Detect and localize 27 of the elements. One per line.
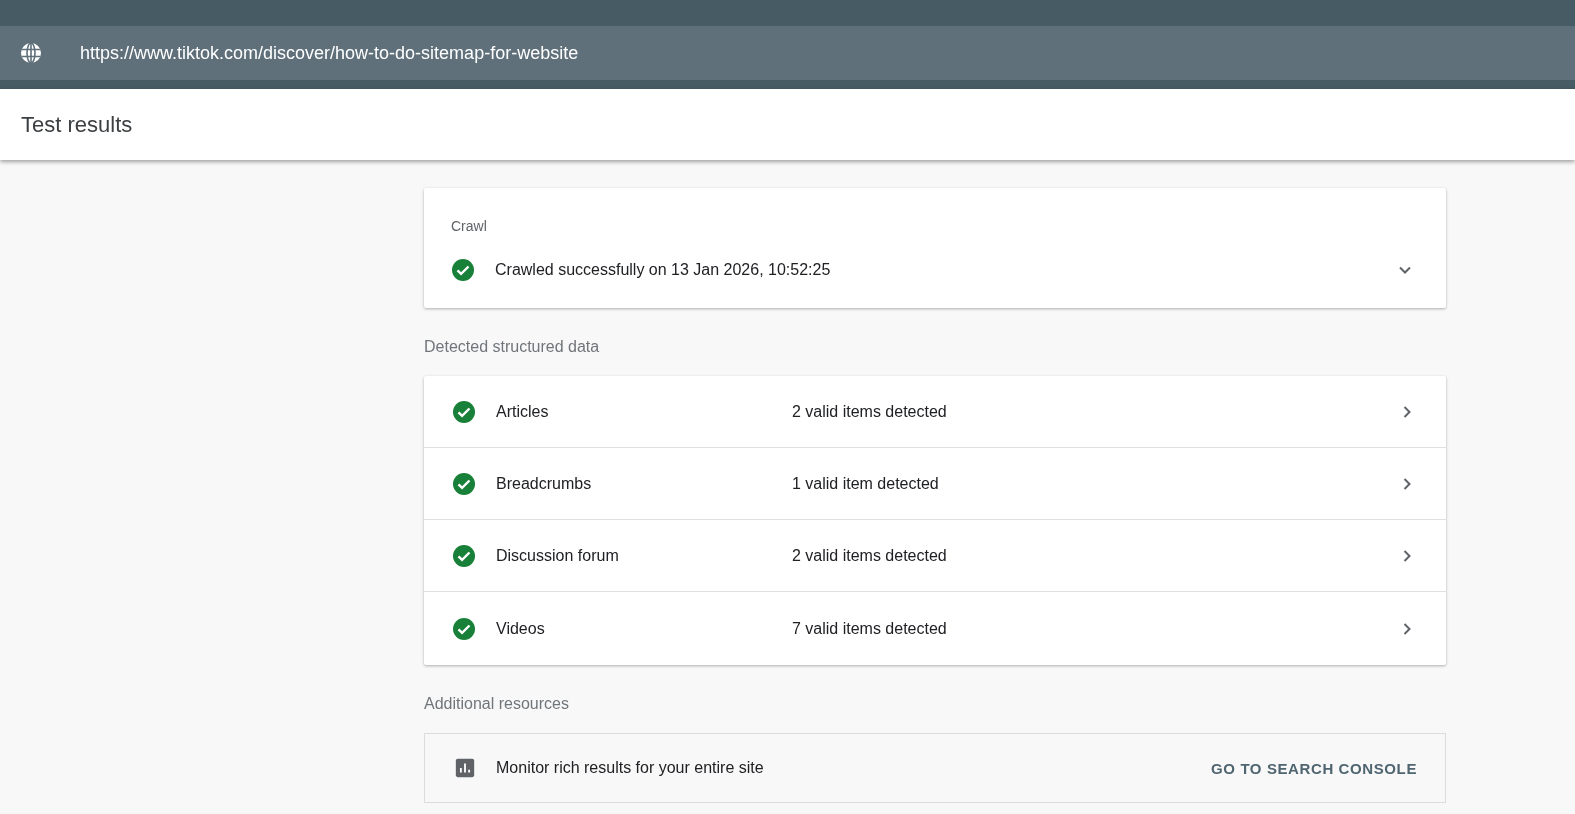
chevron-right-icon	[1403, 476, 1412, 491]
item-summary: 2 valid items detected	[792, 546, 948, 565]
chevron-right-icon	[1403, 621, 1412, 636]
url-text: https://www.tiktok.com/discover/how-to-do-sitemap-for-website	[80, 42, 579, 64]
card-label: Crawl	[451, 218, 488, 234]
item-summary: 2 valid items detected	[792, 402, 948, 421]
item-name: Articles	[496, 402, 550, 421]
chevron-right-icon	[1403, 404, 1412, 419]
chevron-right-icon	[1403, 548, 1412, 563]
item-summary: 1 valid item detected	[792, 474, 940, 493]
item-name: Breadcrumbs	[496, 474, 593, 493]
search-console-link[interactable]: GO TO SEARCH CONSOLE	[1211, 755, 1417, 781]
item-name: Videos	[496, 619, 546, 638]
section-heading: Additional resources	[424, 695, 570, 713]
result-row[interactable]: Videos 7 valid items detected	[424, 592, 1446, 665]
bar-chart-icon	[454, 757, 476, 779]
globe-icon	[19, 41, 43, 65]
result-row[interactable]: Articles 2 valid items detected	[424, 376, 1446, 448]
result-row[interactable]: Discussion forum 2 valid items detected	[424, 520, 1446, 592]
resource-text: Monitor rich results for your entire site	[496, 759, 765, 777]
crawl-status-text: Crawled successfully on 13 Jan 2026, 10:52:25	[495, 261, 832, 279]
page-title: Test results	[21, 111, 133, 138]
result-row[interactable]: Breadcrumbs 1 valid item detected	[424, 448, 1446, 520]
item-name: Discussion forum	[496, 546, 620, 565]
section-heading: Detected structured data	[424, 338, 601, 356]
chevron-down-icon[interactable]	[1398, 265, 1412, 275]
item-summary: 7 valid items detected	[792, 619, 948, 638]
